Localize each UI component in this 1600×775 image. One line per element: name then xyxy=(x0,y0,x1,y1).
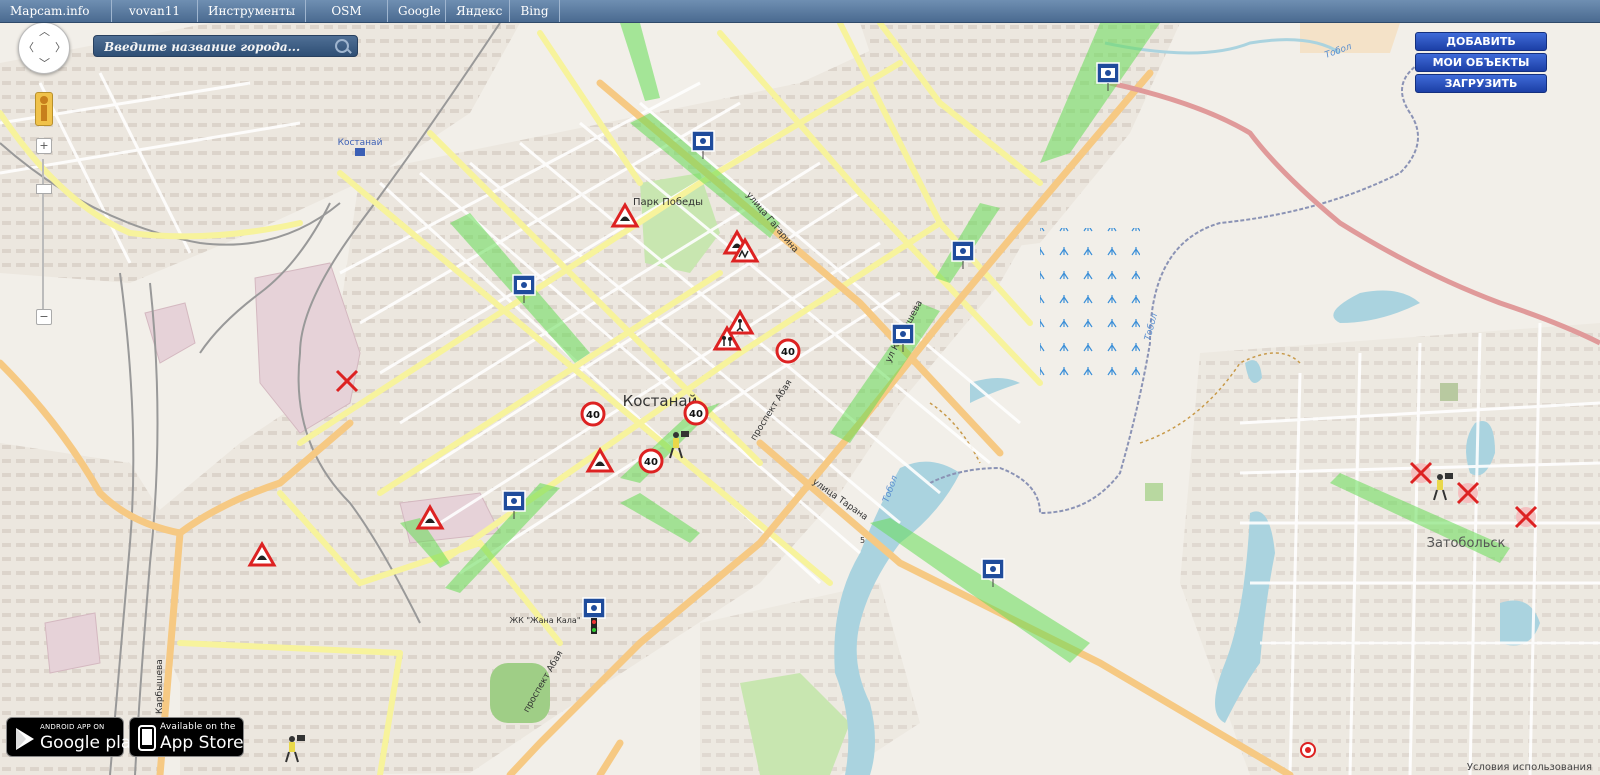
speed-limit-value: 40 xyxy=(586,410,600,421)
marsh-area xyxy=(1040,228,1140,378)
top-nav-bar: Mapcam.info vovan11 Инструменты OSM Goog… xyxy=(0,0,1600,23)
terms-of-use-link[interactable]: Условия использования xyxy=(1467,762,1592,773)
my-objects-button[interactable]: МОИ ОБЪЕКТЫ xyxy=(1415,53,1547,72)
google-play-badge[interactable]: ANDROID APP ON Google play xyxy=(6,717,141,757)
layer-yandex-tab[interactable]: Яндекс xyxy=(446,0,510,22)
upload-button[interactable]: ЗАГРУЗИТЬ xyxy=(1415,74,1547,93)
pegman-head xyxy=(40,96,48,104)
station-label: Костанай xyxy=(338,138,383,148)
pegman-body xyxy=(41,105,47,121)
pan-control[interactable]: ︿ ﹀ 〈 〉 xyxy=(18,22,70,74)
street-view-pegman-icon[interactable] xyxy=(35,92,53,126)
removed-camera-icon[interactable] xyxy=(1514,505,1538,529)
pan-up-icon[interactable]: ︿ xyxy=(39,26,50,37)
search-icon[interactable] xyxy=(335,39,349,53)
app-store-title: App Store xyxy=(160,733,244,753)
pan-left-icon[interactable]: 〈 xyxy=(23,42,34,53)
speed-limit-value: 40 xyxy=(781,347,795,358)
city-search-box xyxy=(93,35,358,57)
speed-limit-value: 40 xyxy=(644,457,658,468)
tools-menu[interactable]: Инструменты xyxy=(198,0,306,22)
layer-osm-tab[interactable]: OSM xyxy=(306,0,388,22)
pan-right-icon[interactable]: 〉 xyxy=(55,42,66,53)
user-link[interactable]: vovan11 xyxy=(112,0,198,22)
zoom-slider-track[interactable] xyxy=(42,159,44,309)
zoom-in-button[interactable]: + xyxy=(36,138,52,154)
add-button[interactable]: ДОБАВИТЬ xyxy=(1415,32,1547,51)
pan-down-icon[interactable]: ﹀ xyxy=(39,58,50,69)
speed-limit-sign-icon[interactable]: 40 xyxy=(683,400,709,426)
app-store-badge[interactable]: Available on the App Store xyxy=(129,717,244,757)
city-search-input[interactable] xyxy=(102,38,336,56)
zatobolsk-label: Затобольск xyxy=(1427,536,1506,551)
zoom-slider-handle[interactable] xyxy=(36,184,52,194)
brand-link[interactable]: Mapcam.info xyxy=(0,0,112,22)
zhk-label: ЖК "Жана Кала" xyxy=(510,616,581,625)
zoom-out-button[interactable]: − xyxy=(36,309,52,325)
removed-camera-icon[interactable] xyxy=(1409,461,1433,485)
iphone-icon xyxy=(138,725,156,751)
speed-limit-sign-icon[interactable]: 40 xyxy=(580,401,606,427)
google-play-title: Google play xyxy=(40,733,142,753)
road-number-label: 5 xyxy=(860,536,865,545)
layer-bing-tab[interactable]: Bing xyxy=(510,0,560,22)
speed-limit-sign-icon[interactable]: 40 xyxy=(638,448,664,474)
removed-camera-icon[interactable] xyxy=(1456,481,1480,505)
app-store-caption: Available on the xyxy=(160,722,236,732)
google-play-icon xyxy=(16,728,34,750)
layer-google-tab[interactable]: Google xyxy=(388,0,446,22)
speed-limit-value: 40 xyxy=(689,409,703,420)
speed-limit-sign-icon[interactable]: 40 xyxy=(775,338,801,364)
map-canvas[interactable]: Костанай Костанай Парк Победы улица Гага… xyxy=(0,23,1600,775)
park-label: Парк Победы xyxy=(633,197,703,208)
google-play-caption: ANDROID APP ON xyxy=(40,723,105,731)
